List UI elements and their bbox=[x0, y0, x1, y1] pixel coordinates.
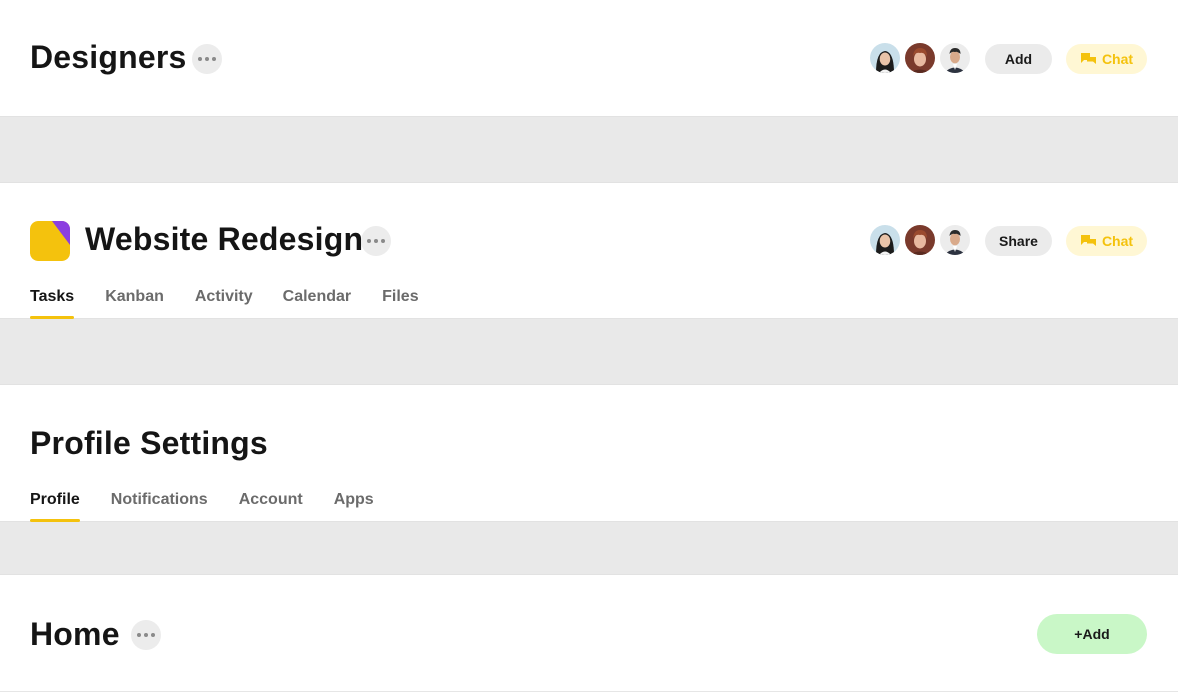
app-logo-icon bbox=[30, 221, 70, 261]
tab-profile[interactable]: Profile bbox=[30, 491, 80, 522]
content-band bbox=[0, 318, 1178, 385]
more-icon bbox=[198, 57, 216, 61]
page-title: Profile Settings bbox=[30, 425, 268, 461]
add-button[interactable]: +Add bbox=[1037, 614, 1147, 654]
content-band bbox=[0, 521, 1178, 575]
chat-icon bbox=[1080, 235, 1096, 246]
home-header: Home +Add bbox=[0, 575, 1178, 692]
page-title: Designers bbox=[30, 39, 187, 75]
page-title: Home bbox=[30, 616, 120, 652]
tab-kanban[interactable]: Kanban bbox=[105, 288, 164, 318]
chat-label: Chat bbox=[1101, 233, 1134, 249]
designers-header: Designers Add Chat bbox=[0, 0, 1178, 116]
more-options-button[interactable] bbox=[192, 44, 222, 74]
avatar[interactable] bbox=[870, 43, 900, 73]
profile-header: Profile Settings Profile Notifications A… bbox=[0, 385, 1178, 522]
share-button[interactable]: Share bbox=[985, 226, 1052, 256]
chat-button[interactable]: Chat bbox=[1066, 226, 1147, 256]
page-title: Website Redesign bbox=[85, 221, 364, 257]
tab-account[interactable]: Account bbox=[239, 491, 303, 521]
avatar[interactable] bbox=[940, 43, 970, 73]
tab-tasks[interactable]: Tasks bbox=[30, 288, 75, 319]
member-avatars bbox=[870, 225, 970, 255]
avatar[interactable] bbox=[905, 43, 935, 73]
tab-apps[interactable]: Apps bbox=[334, 491, 374, 521]
content-band bbox=[0, 116, 1178, 183]
project-tabs: Tasks Kanban Activity Calendar Files bbox=[30, 288, 419, 319]
more-icon bbox=[137, 633, 155, 637]
more-options-button[interactable] bbox=[361, 226, 391, 256]
tab-calendar[interactable]: Calendar bbox=[283, 288, 351, 318]
more-icon bbox=[367, 239, 385, 243]
avatar[interactable] bbox=[905, 225, 935, 255]
tab-activity[interactable]: Activity bbox=[195, 288, 253, 318]
tab-files[interactable]: Files bbox=[382, 288, 418, 318]
tab-notifications[interactable]: Notifications bbox=[111, 491, 208, 521]
chat-icon bbox=[1080, 53, 1096, 64]
member-avatars bbox=[870, 43, 970, 73]
avatar[interactable] bbox=[940, 225, 970, 255]
avatar[interactable] bbox=[870, 225, 900, 255]
project-header: Website Redesign Share Chat Tasks Kanban… bbox=[0, 183, 1178, 319]
chat-label: Chat bbox=[1101, 51, 1134, 67]
profile-tabs: Profile Notifications Account Apps bbox=[30, 491, 374, 522]
add-button[interactable]: Add bbox=[985, 44, 1052, 74]
more-options-button[interactable] bbox=[131, 620, 161, 650]
chat-button[interactable]: Chat bbox=[1066, 44, 1147, 74]
